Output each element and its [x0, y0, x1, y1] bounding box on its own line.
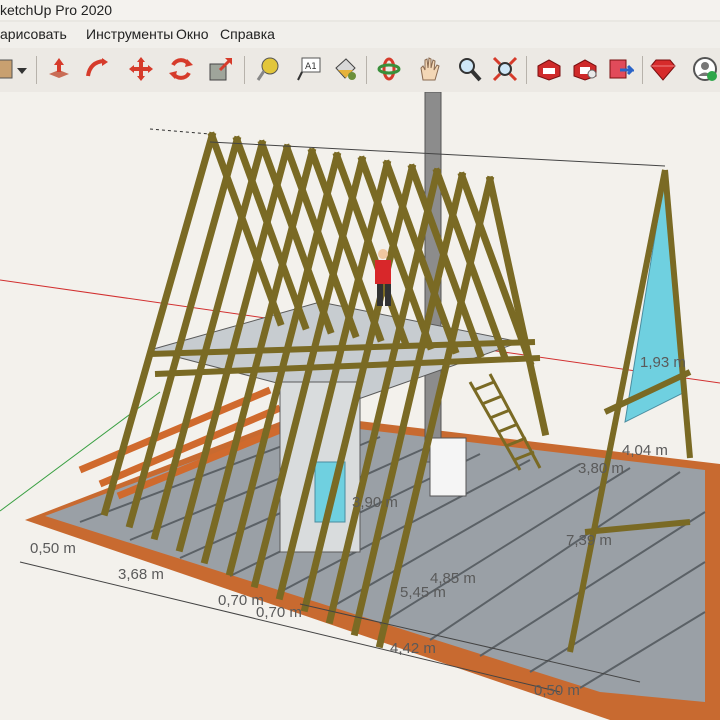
- rotate-icon[interactable]: [166, 54, 196, 84]
- move-icon[interactable]: [126, 54, 156, 84]
- zoom-icon[interactable]: [454, 54, 484, 84]
- dimension-label[interactable]: 0,50 m: [30, 540, 76, 557]
- toolbar-separator: [526, 56, 527, 84]
- toolbar: A1: [0, 48, 720, 93]
- window-title: ketchUp Pro 2020: [0, 2, 113, 18]
- dropdown-icon[interactable]: [14, 54, 30, 84]
- ruby-console-icon[interactable]: [648, 54, 678, 84]
- dimension-label[interactable]: 3,80 m: [578, 460, 624, 477]
- dimension-label[interactable]: 0,50 m: [534, 682, 580, 699]
- extension-warehouse-icon[interactable]: [570, 54, 600, 84]
- title-bar: ketchUp Pro 2020: [0, 0, 720, 20]
- toolbar-separator: [36, 56, 37, 84]
- menu-window[interactable]: Окно: [176, 26, 209, 42]
- zoom-extents-icon[interactable]: [490, 54, 520, 84]
- toolbar-separator: [244, 56, 245, 84]
- model-canvas[interactable]: [0, 92, 720, 720]
- menu-bar: арисовать Инструменты Окно Справка: [0, 22, 720, 48]
- dimension-label[interactable]: 5,45 m: [400, 584, 446, 601]
- modeling-viewport[interactable]: 0,50 m 3,68 m 0,70 m 0,70 m 4,42 m 0,50 …: [0, 92, 720, 720]
- send-to-layout-icon[interactable]: [606, 54, 636, 84]
- account-icon[interactable]: [690, 54, 720, 84]
- warehouse-icon[interactable]: [534, 54, 564, 84]
- dimension-label[interactable]: 3,90 m: [352, 494, 398, 511]
- paint-bucket-icon[interactable]: [330, 54, 360, 84]
- pan-icon[interactable]: [414, 54, 444, 84]
- menu-tools[interactable]: Инструменты: [86, 26, 173, 42]
- toolbar-separator: [642, 56, 643, 84]
- tape-measure-icon[interactable]: [254, 54, 284, 84]
- dimension-label[interactable]: 0,70 m: [256, 604, 302, 621]
- dimension-label[interactable]: 3,68 m: [118, 566, 164, 583]
- guide-line: [149, 128, 211, 135]
- text-label-glyph: A1: [305, 62, 317, 72]
- orbit-icon[interactable]: [374, 54, 404, 84]
- text-label-icon[interactable]: A1: [294, 54, 324, 84]
- dimension-label[interactable]: 4,42 m: [390, 640, 436, 657]
- stove: [429, 437, 467, 497]
- push-pull-icon[interactable]: [44, 54, 74, 84]
- menu-draw[interactable]: арисовать: [0, 26, 67, 42]
- scale-icon[interactable]: [206, 54, 236, 84]
- follow-me-icon[interactable]: [82, 54, 112, 84]
- dimension-label[interactable]: 7,39 m: [566, 532, 612, 549]
- dimension-label[interactable]: 4,04 m: [622, 442, 668, 459]
- toolbar-separator: [366, 56, 367, 84]
- menu-help[interactable]: Справка: [220, 26, 275, 42]
- dimension-label[interactable]: 1,93 m: [640, 354, 686, 371]
